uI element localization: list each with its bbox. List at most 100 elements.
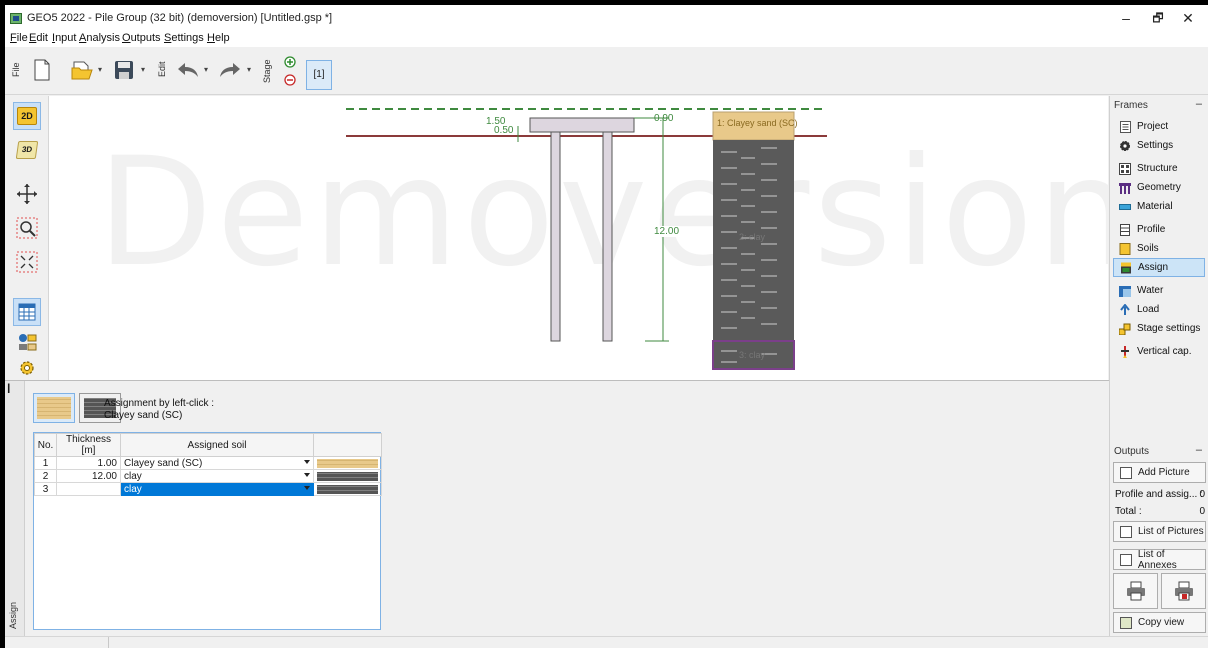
print-button[interactable] <box>1113 573 1158 609</box>
list-of-annexes-button[interactable]: List of Annexes <box>1113 549 1206 571</box>
print-export-icon <box>1174 581 1193 601</box>
frame-soils-label: Soils <box>1137 243 1159 254</box>
stage-settings-icon <box>1119 323 1131 335</box>
chevron-down-icon[interactable] <box>304 473 310 477</box>
outputs-header-label: Outputs <box>1114 446 1150 457</box>
col-assigned-soil: Assigned soil <box>120 433 314 457</box>
row-no: 1 <box>34 456 57 470</box>
print-export-button[interactable] <box>1161 573 1206 609</box>
copy-view-label: Copy view <box>1138 617 1185 628</box>
list-pictures-label: List of Pictures <box>1138 526 1204 537</box>
structure-icon <box>1119 162 1131 175</box>
frame-stage-settings[interactable]: Stage settings <box>1113 319 1205 338</box>
remove-stage-icon[interactable] <box>284 74 296 86</box>
table-row[interactable]: 1 1.00 Clayey sand (SC) <box>34 456 382 470</box>
row-soil-select[interactable]: clay <box>120 482 314 496</box>
redo-dropdown-icon[interactable]: ▾ <box>247 65 251 74</box>
frame-water[interactable]: Water <box>1113 281 1205 300</box>
frame-soils[interactable]: Soils <box>1113 239 1205 258</box>
add-picture-label: Add Picture <box>1138 467 1190 478</box>
frame-profile[interactable]: Profile <box>1113 220 1205 239</box>
total-label: Total : <box>1115 506 1142 517</box>
close-button[interactable]: ✕ <box>1175 9 1201 27</box>
menu-edit[interactable]: Edit <box>29 32 48 44</box>
assignment-soil: Clayey sand (SC) <box>104 410 183 421</box>
project-icon <box>1119 120 1131 133</box>
frame-assign[interactable]: Assign <box>1113 258 1205 277</box>
add-stage-icon[interactable] <box>284 56 296 68</box>
view-2d-button[interactable]: 2D <box>13 102 41 130</box>
new-file-icon[interactable] <box>29 55 55 85</box>
undo-dropdown-icon[interactable]: ▾ <box>204 65 208 74</box>
table-row[interactable]: 2 12.00 clay <box>34 469 382 483</box>
copy-view-icon <box>1120 616 1132 629</box>
table-row[interactable]: 3 clay <box>34 482 382 496</box>
drawing-canvas[interactable]: Demoversion 1.50 0.50 0.90 12.00 1: Clay… <box>49 96 1108 380</box>
frame-stage-settings-label: Stage settings <box>1137 323 1201 334</box>
list-of-pictures-button[interactable]: List of Pictures <box>1113 521 1206 542</box>
assign-panel-side-strip: ▎ Assign <box>5 381 25 637</box>
app-logo-icon <box>10 13 22 24</box>
pile-2 <box>602 131 613 342</box>
frame-vertical-cap[interactable]: Vertical cap. <box>1113 342 1205 361</box>
frame-settings[interactable]: Settings <box>1113 136 1205 155</box>
view-2d-label: 2D <box>17 107 37 125</box>
undo-icon[interactable] <box>175 55 201 85</box>
frames-collapse-button[interactable]: – <box>1196 98 1202 110</box>
menu-analysis[interactable]: Analysis <box>79 32 120 44</box>
chevron-down-icon[interactable] <box>304 486 310 490</box>
restore-button[interactable]: 🗗 <box>1145 9 1171 27</box>
view-toolbar: 2D 3D <box>5 96 49 380</box>
row-soil-select[interactable]: Clayey sand (SC) <box>120 456 314 470</box>
frame-assign-label: Assign <box>1138 262 1169 273</box>
assign-table: No. Thickness [m] Assigned soil 1 1.00 C… <box>33 432 382 630</box>
pattern-swatch <box>317 484 378 494</box>
fit-view-icon[interactable] <box>13 248 41 276</box>
frame-structure-label: Structure <box>1137 163 1178 174</box>
table-icon[interactable] <box>13 298 41 326</box>
save-dropdown-icon[interactable]: ▾ <box>141 65 145 74</box>
panel-pin-icon[interactable]: ▎ <box>8 384 14 393</box>
stage-selector[interactable]: [1] <box>306 60 332 90</box>
view-3d-label: 3D <box>15 141 39 159</box>
open-folder-icon[interactable] <box>69 55 95 85</box>
menu-file[interactable]: File <box>10 32 28 44</box>
row-pattern <box>313 469 382 483</box>
profile-assign-count: Profile and assig... : 0 <box>1115 489 1205 500</box>
minimize-button[interactable]: – <box>1113 9 1139 27</box>
row-soil-select[interactable]: clay <box>120 469 314 483</box>
save-icon[interactable] <box>111 55 137 85</box>
chevron-down-icon[interactable] <box>304 460 310 464</box>
add-picture-button[interactable]: Add Picture <box>1113 462 1206 483</box>
zoom-icon[interactable] <box>13 214 41 242</box>
soil-layer-3-label: 3: clay <box>739 350 766 360</box>
row-soil-value: clay <box>124 483 142 495</box>
menu-help[interactable]: Help <box>207 32 230 44</box>
frame-load[interactable]: Load <box>1113 300 1205 319</box>
soil-tile-clayey-sand[interactable] <box>33 393 75 423</box>
copy-view-button[interactable]: Copy view <box>1113 612 1206 633</box>
frame-geometry-label: Geometry <box>1137 182 1181 193</box>
open-dropdown-icon[interactable]: ▾ <box>98 65 102 74</box>
row-soil-value: clay <box>124 470 142 482</box>
menu-outputs[interactable]: Outputs <box>122 32 161 44</box>
redo-icon[interactable] <box>217 55 243 85</box>
menu-input[interactable]: Input <box>52 32 76 44</box>
frame-project[interactable]: Project <box>1113 117 1205 136</box>
assignment-title: Assignment by left-click : <box>104 398 215 409</box>
outputs-collapse-button[interactable]: – <box>1196 444 1202 456</box>
menu-settings[interactable]: Settings <box>164 32 204 44</box>
total-value: 0 <box>1199 506 1205 517</box>
settings-icon[interactable] <box>13 354 41 382</box>
soil-legend-icon[interactable] <box>13 328 41 356</box>
total-count: Total : 0 <box>1115 506 1205 517</box>
frame-structure[interactable]: Structure <box>1113 159 1205 178</box>
frame-material[interactable]: Material <box>1113 197 1205 216</box>
move-icon[interactable] <box>13 180 41 208</box>
assign-icon <box>1120 262 1132 274</box>
frame-project-label: Project <box>1137 121 1169 132</box>
soil-layer-2-label: 2: clay <box>739 232 766 242</box>
view-3d-button[interactable]: 3D <box>13 136 41 164</box>
frame-geometry[interactable]: Geometry <box>1113 178 1205 197</box>
frame-material-label: Material <box>1137 201 1173 212</box>
